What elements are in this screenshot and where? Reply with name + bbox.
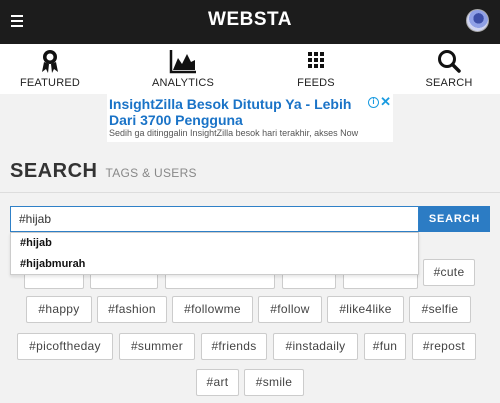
brand-logo[interactable]: WEBSTA <box>0 9 500 31</box>
info-icon[interactable]: i <box>368 97 379 108</box>
nav-featured-label: FEATURED <box>19 77 81 89</box>
suggestion-item[interactable]: #hijab <box>20 237 52 249</box>
divider <box>0 192 500 193</box>
nav-feeds-label: FEEDS <box>297 77 335 89</box>
award-ribbon-icon <box>42 50 58 73</box>
tag[interactable]: #friends <box>201 333 267 360</box>
tag[interactable]: #cute <box>423 259 475 286</box>
tag[interactable]: #instadaily <box>273 333 358 360</box>
suggestion-item[interactable]: #hijabmurah <box>20 258 85 270</box>
top-bar: WEBSTA <box>0 0 500 44</box>
search-input[interactable] <box>10 206 419 232</box>
tag[interactable]: #followme <box>172 296 253 323</box>
tag[interactable]: #picoftheday <box>17 333 113 360</box>
page-title: SEARCH <box>10 160 98 182</box>
search-icon <box>438 50 461 73</box>
grid-icon <box>308 52 324 68</box>
ad-title[interactable]: InsightZilla Besok Ditutup Ya - Lebih Da… <box>109 96 364 128</box>
nav-analytics-label: ANALYTICS <box>151 77 215 89</box>
tag[interactable]: #like4like <box>327 296 404 323</box>
tag[interactable]: #summer <box>119 333 195 360</box>
search-button[interactable]: SEARCH <box>419 206 490 232</box>
tag[interactable]: #selfie <box>409 296 471 323</box>
tag[interactable]: #happy <box>26 296 92 323</box>
autocomplete-dropdown: #hijab #hijabmurah <box>10 232 419 275</box>
nav-search-label: SEARCH <box>425 77 473 89</box>
avatar[interactable] <box>466 9 489 32</box>
tag[interactable]: #fashion <box>97 296 167 323</box>
area-chart-icon <box>169 50 196 74</box>
nav-search[interactable]: SEARCH <box>394 44 500 94</box>
ad-description: Sedih ga ditinggalin InsightZilla besok … <box>109 128 359 138</box>
nav-bar: FEATURED ANALYTICS FEEDS SEARCH <box>0 44 500 94</box>
tag[interactable]: #art <box>196 369 239 396</box>
tag[interactable]: #smile <box>244 369 304 396</box>
nav-analytics[interactable]: ANALYTICS <box>128 44 238 94</box>
search-heading: SEARCH TAGS & USERS <box>10 160 197 183</box>
tag[interactable]: #fun <box>364 333 406 360</box>
tag[interactable]: #follow <box>258 296 322 323</box>
nav-feeds[interactable]: FEEDS <box>261 44 371 94</box>
close-icon[interactable]: ✕ <box>380 94 391 110</box>
tag[interactable]: #repost <box>412 333 476 360</box>
page-subtitle: TAGS & USERS <box>105 166 197 180</box>
nav-featured[interactable]: FEATURED <box>0 44 105 94</box>
ad-banner[interactable]: InsightZilla Besok Ditutup Ya - Lebih Da… <box>107 94 393 142</box>
